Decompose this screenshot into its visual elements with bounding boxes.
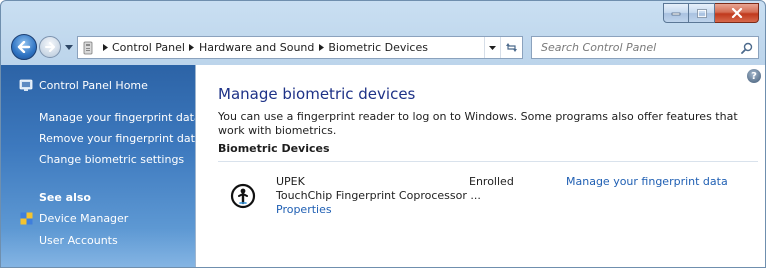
back-button[interactable]	[11, 34, 37, 60]
forward-button[interactable]	[39, 36, 61, 58]
close-button[interactable]	[715, 3, 759, 23]
control-panel-icon	[78, 37, 98, 58]
navigation-bar: Control Panel Hardware and Sound Biometr…	[1, 29, 765, 65]
fingerprint-reader-icon	[230, 183, 256, 209]
device-row: UPEK TouchChip Fingerprint Coprocessor .…	[218, 175, 758, 219]
device-status: Enrolled	[469, 175, 514, 188]
close-icon	[731, 8, 742, 18]
see-also-user-accounts[interactable]: User Accounts	[39, 234, 118, 247]
minimize-button[interactable]	[663, 3, 689, 23]
address-history-dropdown[interactable]	[484, 37, 500, 58]
breadcrumb-biometric-devices[interactable]: Biometric Devices	[328, 41, 428, 54]
see-also-device-manager[interactable]: Device Manager	[39, 212, 128, 225]
search-box[interactable]	[531, 36, 759, 59]
sidebar-link-change-biometric-settings[interactable]: Change biometric settings	[39, 153, 184, 166]
sidebar: Control Panel Home Manage your fingerpri…	[1, 65, 202, 267]
intro-text: You can use a fingerprint reader to log …	[218, 110, 738, 137]
control-panel-home-link[interactable]: Control Panel Home	[19, 79, 148, 92]
device-name: UPEK	[276, 175, 305, 188]
breadcrumb-control-panel[interactable]: Control Panel	[112, 41, 185, 54]
manage-fingerprint-data-link[interactable]: Manage your fingerprint data	[566, 175, 728, 188]
page-title: Manage biometric devices	[218, 85, 416, 103]
shield-icon	[20, 212, 33, 225]
sidebar-link-manage-fingerprint[interactable]: Manage your fingerprint data	[39, 111, 201, 124]
main-content: ? Manage biometric devices You can use a…	[195, 65, 765, 267]
biometric-devices-heading: Biometric Devices	[218, 142, 330, 155]
recent-pages-dropdown[interactable]	[64, 42, 74, 52]
help-icon[interactable]: ?	[747, 69, 761, 83]
see-also-heading: See also	[39, 191, 91, 204]
breadcrumb-arrow-icon[interactable]	[98, 44, 112, 51]
breadcrumb-hardware-and-sound[interactable]: Hardware and Sound	[199, 41, 314, 54]
refresh-button[interactable]	[500, 37, 522, 58]
back-arrow-icon	[17, 41, 31, 53]
refresh-icon	[506, 43, 517, 52]
explorer-window: Control Panel Hardware and Sound Biometr…	[0, 0, 766, 268]
breadcrumb-arrow-icon[interactable]	[314, 44, 328, 51]
caption-buttons	[663, 3, 759, 23]
control-panel-home-label[interactable]: Control Panel Home	[39, 79, 148, 92]
forward-arrow-icon	[45, 42, 55, 52]
device-properties-link[interactable]: Properties	[276, 203, 332, 216]
chevron-down-icon	[489, 45, 496, 50]
address-bar[interactable]: Control Panel Hardware and Sound Biometr…	[77, 36, 523, 59]
sidebar-link-remove-fingerprint[interactable]: Remove your fingerprint data	[39, 132, 202, 145]
control-panel-home-icon	[19, 79, 33, 91]
maximize-icon	[696, 8, 707, 18]
search-icon[interactable]	[736, 42, 758, 54]
breadcrumb-arrow-icon[interactable]	[185, 44, 199, 51]
section-divider	[218, 161, 758, 162]
chevron-down-icon	[65, 44, 73, 50]
search-input[interactable]	[532, 37, 736, 58]
maximize-button[interactable]	[689, 3, 715, 23]
minimize-icon	[671, 12, 681, 16]
device-description: TouchChip Fingerprint Coprocessor ...	[276, 189, 481, 202]
